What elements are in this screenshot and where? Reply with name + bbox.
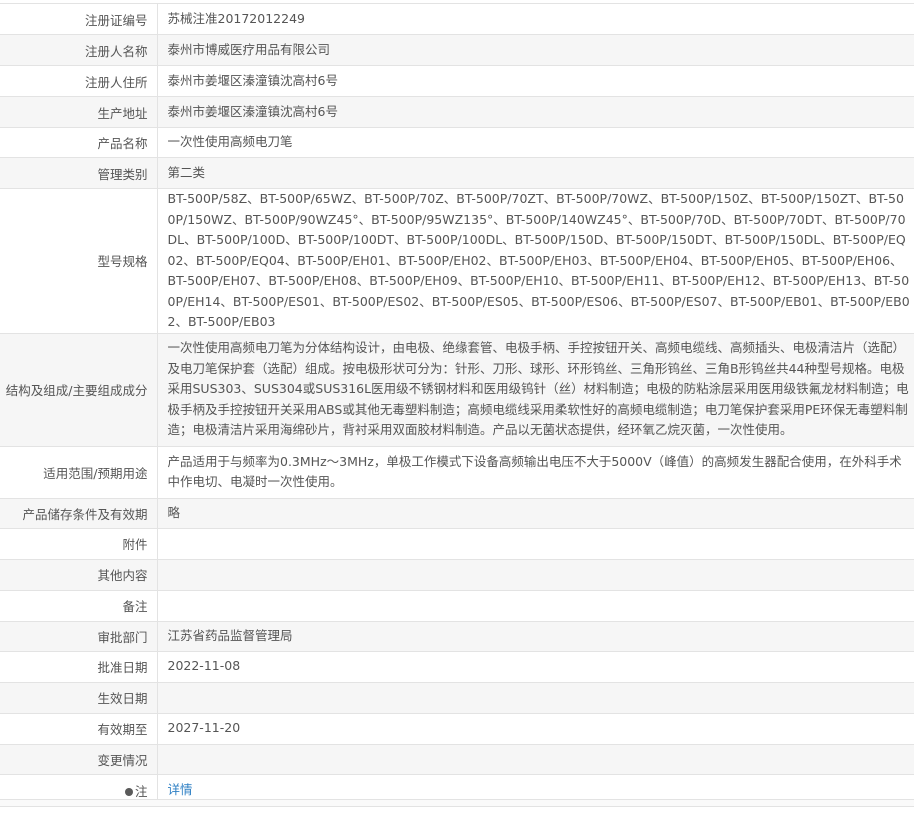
table-row: 适用范围/预期用途 产品适用于与频率为0.3MHz～3MHz，单极工作模式下设备… [0, 445, 914, 499]
row-label-production-address: 生产地址 [0, 96, 158, 128]
row-label-structure-composition: 结构及组成/主要组成成分 [0, 332, 158, 447]
table-row: 批准日期 2022-11-08 [0, 650, 914, 683]
row-label-other-content: 其他内容 [0, 558, 158, 591]
table-row: 审批部门 江苏省药品监督管理局 [0, 620, 914, 652]
row-label-storage-validity: 产品储存条件及有效期 [0, 497, 158, 529]
details-link[interactable]: 详情 [168, 782, 193, 797]
row-value-approval-date: 2022-11-08 [157, 650, 914, 683]
row-label-effective-date: 生效日期 [0, 681, 158, 714]
table-row: 附件 [0, 527, 914, 560]
row-value-approval-department: 江苏省药品监督管理局 [157, 620, 914, 652]
row-value-attachment [157, 527, 914, 560]
row-value-registrant-address: 泰州市姜堰区溱潼镇沈高村6号 [157, 65, 914, 97]
row-value-effective-date [157, 681, 914, 714]
row-value-structure-composition: 一次性使用高频电刀笔为分体结构设计，由电极、绝缘套管、电极手柄、手控按钮开关、高… [157, 332, 914, 447]
row-value-product-name: 一次性使用高频电刀笔 [157, 127, 914, 158]
note-label-text: 注 [134, 783, 148, 799]
bottom-divider [0, 799, 914, 806]
table-row: 其他内容 [0, 558, 914, 591]
row-label-registrant-name: 注册人名称 [0, 34, 158, 66]
row-value-remarks [157, 589, 914, 622]
row-value-management-category: 第二类 [157, 157, 914, 189]
table-row: 变更情况 [0, 743, 914, 775]
row-value-intended-use: 产品适用于与频率为0.3MHz～3MHz，单极工作模式下设备高频输出电压不大于5… [157, 445, 914, 499]
row-label-approval-department: 审批部门 [0, 620, 158, 652]
table-row: 结构及组成/主要组成成分 一次性使用高频电刀笔为分体结构设计，由电极、绝缘套管、… [0, 332, 914, 447]
row-value-valid-until: 2027-11-20 [157, 712, 914, 745]
row-label-model-spec: 型号规格 [0, 188, 158, 334]
row-label-management-category: 管理类别 [0, 157, 158, 189]
row-label-approval-date: 批准日期 [0, 650, 158, 683]
table-row: 备注 [0, 589, 914, 622]
row-value-other-content [157, 558, 914, 591]
row-label-registration-number: 注册证编号 [0, 3, 158, 35]
table-row: 注册人名称 泰州市博威医疗用品有限公司 [0, 34, 914, 66]
table-row: 管理类别 第二类 [0, 157, 914, 189]
row-label-intended-use: 适用范围/预期用途 [0, 445, 158, 499]
table-row: 生效日期 [0, 681, 914, 714]
table-row: 产品储存条件及有效期 略 [0, 497, 914, 529]
row-value-registration-number: 苏械注准20172012249 [157, 3, 914, 35]
row-value-model-spec: BT-500P/58Z、BT-500P/65WZ、BT-500P/70Z、BT-… [157, 188, 914, 334]
row-label-product-name: 产品名称 [0, 127, 158, 158]
row-value-change-status [157, 743, 914, 775]
row-label-registrant-address: 注册人住所 [0, 65, 158, 97]
table-row: 型号规格 BT-500P/58Z、BT-500P/65WZ、BT-500P/70… [0, 188, 914, 334]
row-label-remarks: 备注 [0, 589, 158, 622]
row-value-registrant-name: 泰州市博威医疗用品有限公司 [157, 34, 914, 66]
row-label-change-status: 变更情况 [0, 743, 158, 775]
table-row: 生产地址 泰州市姜堰区溱潼镇沈高村6号 [0, 96, 914, 128]
registration-detail-table: 注册证编号 苏械注准20172012249 注册人名称 泰州市博威医疗用品有限公… [0, 3, 914, 807]
row-value-production-address: 泰州市姜堰区溱潼镇沈高村6号 [157, 96, 914, 128]
row-value-storage-validity: 略 [157, 497, 914, 529]
table-row: 注册证编号 苏械注准20172012249 [0, 3, 914, 35]
table-row: 有效期至 2027-11-20 [0, 712, 914, 745]
table-row: 注册人住所 泰州市姜堰区溱潼镇沈高村6号 [0, 65, 914, 97]
table-row: 产品名称 一次性使用高频电刀笔 [0, 127, 914, 158]
row-label-attachment: 附件 [0, 527, 158, 560]
row-label-valid-until: 有效期至 [0, 712, 158, 745]
bulb-icon [124, 787, 133, 796]
